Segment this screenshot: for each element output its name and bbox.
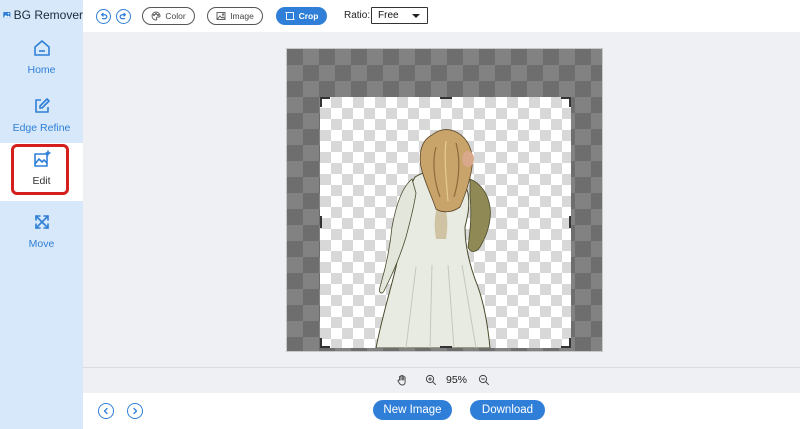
undo-button[interactable] [96,9,111,24]
footer: New Image Download [83,393,800,429]
sidebar-item-home[interactable]: Home [0,32,83,90]
ratio-label: Ratio: [344,10,371,21]
chevron-left-icon [103,407,108,415]
hand-icon[interactable] [396,374,408,386]
crop-handle-left[interactable] [320,216,322,228]
zoom-in-icon[interactable] [425,374,437,386]
previous-button[interactable] [98,403,114,419]
edge-refine-icon [34,98,50,113]
crop-handle-bottom-right[interactable] [561,338,571,348]
crop-handle-bottom[interactable] [440,346,452,348]
undo-icon [101,12,108,20]
zoom-level: 95% [446,374,468,386]
crop-button-label: Crop [298,11,319,21]
chevron-down-icon [412,14,420,18]
sidebar-item-move[interactable]: Move [0,206,83,264]
toolbar: Color Image Crop Ratio: Free [83,0,800,32]
sidebar: BG Remover Home Edge Refine Edit Move [0,0,83,429]
redo-icon [119,12,126,20]
sidebar-item-label: Home [27,64,56,76]
chevron-right-icon [133,407,138,415]
redo-button[interactable] [116,9,131,24]
move-icon [34,215,49,229]
image-canvas[interactable] [286,48,603,352]
zoom-out-icon[interactable] [478,374,490,386]
subject-image [375,129,491,348]
home-icon [33,40,50,56]
crop-handle-top[interactable] [440,97,452,99]
sidebar-item-label: Edge Refine [12,122,71,134]
crop-handle-right[interactable] [569,216,571,228]
image-button-label: Image [230,11,254,21]
app-title: BG Remover [13,8,83,22]
palette-icon [151,11,161,21]
zoom-bar: 95% [83,367,800,393]
download-button[interactable]: Download [470,400,545,420]
workspace [83,32,800,367]
ratio-select-value: Free [378,10,399,21]
next-button[interactable] [127,403,143,419]
highlight-box [11,144,69,195]
sidebar-item-label: Move [28,238,55,250]
image-icon [216,12,226,20]
crop-icon [285,12,295,20]
logo-icon [3,11,11,19]
crop-area[interactable] [320,97,571,348]
sidebar-item-edge-refine[interactable]: Edge Refine [0,90,83,148]
brand: BG Remover [0,0,83,30]
image-button[interactable]: Image [207,7,263,25]
crop-handle-top-right[interactable] [561,97,571,107]
ratio-select[interactable]: Free [371,7,428,24]
crop-button[interactable]: Crop [276,7,327,25]
color-button-label: Color [165,11,186,21]
new-image-button[interactable]: New Image [373,400,452,420]
crop-handle-top-left[interactable] [320,97,330,107]
crop-handle-bottom-left[interactable] [320,338,330,348]
color-button[interactable]: Color [142,7,195,25]
